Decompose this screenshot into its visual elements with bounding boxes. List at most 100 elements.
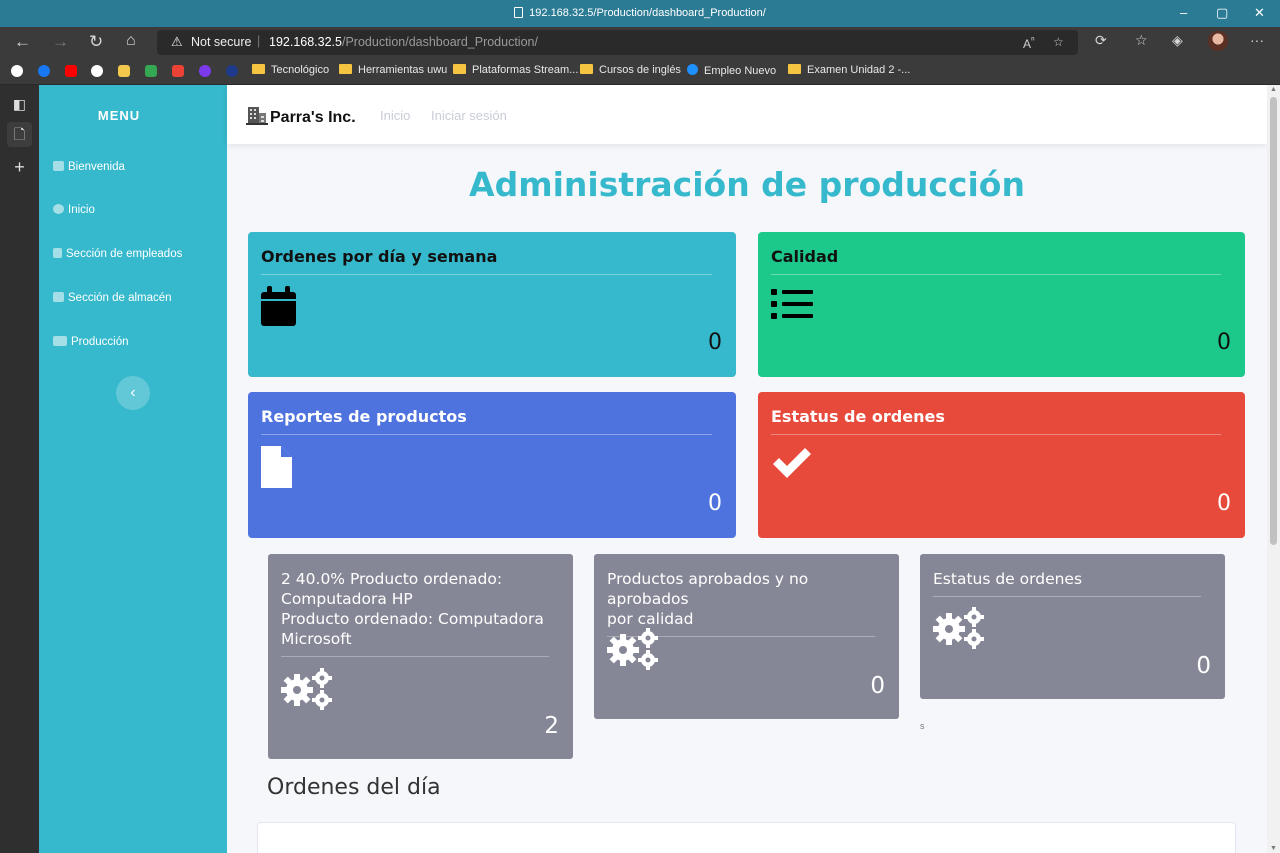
- favorite-add-icon[interactable]: ☆: [1053, 35, 1064, 49]
- list-icon: [771, 289, 813, 319]
- page-scrollbar[interactable]: ▲ ▼: [1267, 85, 1280, 853]
- favorites-icon[interactable]: ☆: [1135, 32, 1148, 49]
- google-icon[interactable]: [11, 65, 23, 77]
- card-title: Estatus de ordenes: [933, 569, 1201, 597]
- sidebar-item-bienvenida[interactable]: Bienvenida: [53, 161, 125, 173]
- bookmark-folder[interactable]: Plataformas Stream...: [453, 64, 578, 76]
- extensions-icon[interactable]: ⟳: [1095, 32, 1107, 49]
- gears-icon: [53, 336, 67, 346]
- orders-card[interactable]: Ordenes por día y semana 0: [248, 232, 736, 377]
- card-value: 0: [708, 491, 722, 516]
- page-title: Administración de producción: [469, 165, 1025, 204]
- card-value: 0: [1217, 330, 1231, 355]
- bookmark-folder[interactable]: Tecnológico: [252, 64, 329, 76]
- approved-products-card[interactable]: Productos aprobados y no aprobados por c…: [594, 554, 899, 719]
- address-bar[interactable]: ⚠ Not secure | 192.168.32.5/Production/d…: [157, 30, 1078, 55]
- github-icon[interactable]: [91, 65, 103, 77]
- card-title-line: Producto ordenado: Computadora: [281, 610, 544, 628]
- minimize-button[interactable]: –: [1180, 5, 1187, 20]
- sidebar-item-produccion[interactable]: Producción: [53, 336, 129, 348]
- facebook-icon[interactable]: [38, 65, 50, 77]
- url-text[interactable]: 192.168.32.5/Production/dashboard_Produc…: [269, 35, 538, 49]
- stray-text: s: [920, 721, 925, 731]
- slides-icon[interactable]: [118, 65, 130, 77]
- card-title: Estatus de ordenes: [771, 407, 1221, 435]
- window-title: 192.168.32.5/Production/dashboard_Produc…: [0, 7, 1280, 19]
- close-button[interactable]: ✕: [1254, 5, 1265, 21]
- folder-icon: [453, 64, 466, 74]
- building-icon: [246, 107, 268, 125]
- card-value: 0: [870, 673, 885, 699]
- gears-icon: [281, 668, 332, 710]
- tab-actions-icon[interactable]: ◧: [7, 92, 32, 117]
- card-value: 2: [544, 713, 559, 739]
- read-aloud-icon[interactable]: Aⁿ: [1023, 35, 1035, 51]
- home-icon[interactable]: ⌂: [126, 32, 136, 50]
- security-label[interactable]: Not secure: [191, 35, 251, 49]
- bookmark-folder[interactable]: Examen Unidad 2 -...: [788, 64, 910, 76]
- forward-icon[interactable]: →: [52, 32, 69, 52]
- sidebar-item-almacen[interactable]: Sección de almacén: [53, 292, 172, 304]
- orders-table-card: [257, 822, 1236, 853]
- sidebar-item-inicio[interactable]: Inicio: [53, 204, 95, 216]
- order-status-card[interactable]: Estatus de ordenes 0: [758, 392, 1245, 538]
- profile-avatar[interactable]: [1208, 31, 1228, 51]
- youtube-icon[interactable]: [65, 65, 77, 77]
- scroll-up-icon[interactable]: ▲: [1270, 86, 1277, 93]
- collections-icon[interactable]: ◈: [1172, 32, 1183, 49]
- more-icon[interactable]: ···: [1250, 32, 1264, 48]
- bookmark-label: Tecnológico: [271, 64, 330, 76]
- onenote-icon[interactable]: [199, 65, 211, 77]
- sidebar-collapse-button[interactable]: ‹: [116, 376, 150, 410]
- bookmark-link[interactable]: Empleo Nuevo: [687, 64, 776, 77]
- brand-link[interactable]: Parra's Inc.: [246, 105, 356, 127]
- ordered-products-card[interactable]: 2 40.0% Producto ordenado: Computadora H…: [268, 554, 573, 759]
- file-icon: [261, 446, 292, 488]
- sidebar-item-label: Sección de almacén: [68, 292, 172, 304]
- card-value: 0: [708, 330, 722, 355]
- new-tab-icon[interactable]: +: [7, 155, 32, 180]
- card-title: 2 40.0% Producto ordenado: Computadora H…: [281, 569, 549, 657]
- bookmark-folder[interactable]: Herramientas uwu: [339, 64, 447, 76]
- window-title-text: 192.168.32.5/Production/dashboard_Produc…: [529, 7, 766, 19]
- bookmark-label: Empleo Nuevo: [704, 65, 777, 77]
- browser-toolbar: ← → ↻ ⌂ ⚠ Not secure | 192.168.32.5/Prod…: [0, 27, 1280, 58]
- card-value: 0: [1196, 653, 1211, 679]
- user-icon: [53, 248, 62, 258]
- gears-icon: [607, 628, 658, 670]
- sidebar: MENU Bienvenida Inicio Sección de emplea…: [39, 85, 227, 853]
- card-title: Calidad: [771, 247, 1221, 275]
- back-icon[interactable]: ←: [14, 32, 31, 52]
- quality-card[interactable]: Calidad 0: [758, 232, 1245, 377]
- card-title-line: Estatus de ordenes: [933, 570, 1083, 588]
- folder-icon: [580, 64, 593, 74]
- order-status-gray-card[interactable]: Estatus de ordenes 0: [920, 554, 1225, 699]
- drive-icon[interactable]: [145, 65, 157, 77]
- bookmark-folder[interactable]: Cursos de inglés: [580, 64, 681, 76]
- product-reports-card[interactable]: Reportes de productos 0: [248, 392, 736, 538]
- warning-icon[interactable]: ⚠: [171, 34, 183, 50]
- scroll-down-icon[interactable]: ▼: [1270, 845, 1277, 852]
- vertical-tabs-strip: ◧ 🗋 +: [0, 85, 39, 853]
- nav-login-link[interactable]: Iniciar sesión: [431, 108, 507, 123]
- active-tab-icon[interactable]: 🗋: [7, 122, 32, 147]
- extension-bookmark-icon[interactable]: [226, 65, 238, 77]
- restore-button[interactable]: ▢: [1216, 5, 1228, 21]
- card-title: Ordenes por día y semana: [261, 247, 712, 275]
- bookmark-label: Plataformas Stream...: [472, 64, 579, 76]
- card-title-line: Microsoft: [281, 630, 352, 648]
- address-separator: |: [257, 34, 261, 48]
- sidebar-item-empleados[interactable]: Sección de empleados: [53, 248, 182, 260]
- refresh-icon[interactable]: ↻: [89, 32, 103, 52]
- calendar-icon: [261, 286, 296, 326]
- scrollbar-thumb[interactable]: [1270, 97, 1277, 545]
- top-navbar: Parra's Inc. Inicio Iniciar sesión: [227, 85, 1267, 144]
- nav-inicio-link[interactable]: Inicio: [380, 108, 410, 123]
- bookmark-label: Herramientas uwu: [358, 64, 448, 76]
- card-title: Reportes de productos: [261, 407, 712, 435]
- folder-icon: [788, 64, 801, 74]
- edge-icon: [687, 64, 698, 75]
- gmail-icon[interactable]: [172, 65, 184, 77]
- folder-icon: [339, 64, 352, 74]
- url-path: /Production/dashboard_Production/: [342, 35, 538, 49]
